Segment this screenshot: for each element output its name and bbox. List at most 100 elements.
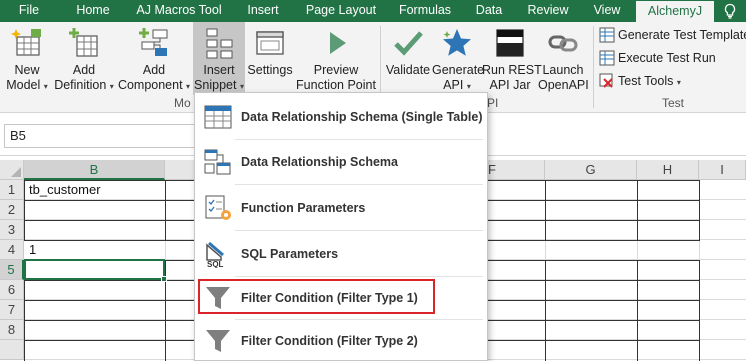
tab-formulas[interactable]: Formulas (390, 0, 460, 22)
column-header-c[interactable] (165, 160, 195, 180)
fill-handle[interactable] (161, 276, 167, 282)
tab-home[interactable]: Home (62, 0, 124, 22)
tab-file[interactable]: File (0, 0, 58, 22)
add-definition-label-2: Definition (54, 78, 107, 92)
add-component-label-2: Component (117, 78, 183, 92)
generate-api-label-1: Generate (432, 63, 485, 77)
test-template-icon (599, 27, 615, 43)
svg-text:SQL: SQL (207, 260, 224, 268)
new-model-button[interactable]: New Model ▾ (2, 22, 52, 102)
insert-snippet-label-2: Snippet (194, 78, 237, 92)
insert-snippet-menu: Data Relationship Schema (Single Table) … (194, 92, 488, 361)
new-model-caret: ▾ (43, 82, 48, 91)
insert-snippet-label-1: Insert (203, 63, 235, 77)
menu-item-data-relationship-schema-single-table[interactable]: Data Relationship Schema (Single Table) (195, 98, 487, 136)
validate-button[interactable]: Validate (384, 22, 432, 102)
settings-label: Settings (247, 63, 293, 77)
preview-label-1: Preview (313, 63, 359, 77)
insert-snippet-caret: ▾ (239, 82, 244, 91)
generate-api-caret: ▾ (466, 82, 471, 91)
tab-view[interactable]: View (582, 0, 632, 22)
row-header-7[interactable]: 7 (0, 300, 24, 320)
row-header-3[interactable]: 3 (0, 220, 24, 240)
test-tools-caret: ▾ (676, 78, 681, 87)
run-rest-api-jar-button[interactable]: Run REST API Jar (482, 22, 542, 102)
model-group-label: Mo (174, 96, 191, 110)
test-group-label: Test (662, 96, 685, 110)
validate-label: Validate (385, 63, 431, 77)
test-tools-button[interactable]: Test Tools ▾ (598, 71, 681, 91)
menu-item-label: Data Relationship Schema (241, 155, 398, 169)
column-header-i[interactable]: I (699, 160, 746, 180)
menu-separator (235, 319, 483, 320)
tab-aj-macros-tool[interactable]: AJ Macros Tool (128, 0, 230, 22)
settings-button[interactable]: Settings (246, 22, 294, 102)
test-tools-label: Test Tools (618, 74, 674, 88)
star-icon (443, 29, 471, 56)
tab-alchemyj[interactable]: AlchemyJ (636, 1, 714, 22)
launch-openapi-button[interactable]: Launch OpenAPI (538, 22, 589, 102)
add-definition-label-1: Add (72, 63, 96, 77)
active-cell-b5[interactable] (24, 259, 165, 280)
row-header-6[interactable]: 6 (0, 280, 24, 300)
generate-test-template-button[interactable]: Generate Test Template (598, 25, 746, 45)
api-group-label: PI (487, 96, 499, 110)
menu-item-function-parameters[interactable]: Function Parameters (195, 189, 487, 227)
insert-snippet-button[interactable]: Insert Snippet ▾ (193, 22, 245, 95)
add-definition-caret: ▾ (109, 82, 114, 91)
column-header-b[interactable]: B (24, 160, 165, 180)
menu-item-sql-parameters[interactable]: SQL SQL Parameters (195, 235, 487, 273)
funnel-icon (206, 330, 230, 352)
menu-separator (235, 184, 483, 185)
generate-api-button[interactable]: Generate API ▾ (432, 22, 485, 102)
tab-insert[interactable]: Insert (234, 0, 292, 22)
column-header-g[interactable]: G (545, 160, 637, 180)
ribbon-tab-bar: File Home AJ Macros Tool Insert Page Lay… (0, 0, 746, 22)
tab-page-layout[interactable]: Page Layout (296, 0, 386, 22)
table-border-line (637, 260, 638, 361)
cell-b1[interactable]: tb_customer (29, 180, 101, 200)
add-definition-button[interactable]: Add Definition ▾ (52, 22, 116, 102)
new-model-label-2: Model (6, 78, 41, 92)
column-header-h[interactable]: H (637, 160, 699, 180)
menu-separator (235, 230, 483, 231)
add-component-button[interactable]: Add Component ▾ (116, 22, 192, 102)
run-rest-label-1: Run REST (482, 63, 542, 77)
tell-me-lightbulb-icon[interactable] (722, 3, 738, 19)
menu-item-data-relationship-schema[interactable]: Data Relationship Schema (195, 143, 487, 181)
add-component-caret: ▾ (186, 82, 191, 91)
name-box[interactable]: B5 (4, 124, 204, 148)
execute-test-run-button[interactable]: Execute Test Run (598, 48, 716, 68)
generate-api-label-2: API (443, 78, 464, 92)
add-component-label-1: Add (142, 63, 166, 77)
preview-function-point-button[interactable]: Preview Function Point (294, 22, 378, 102)
add-component-icon (139, 28, 168, 56)
menu-separator (235, 276, 483, 277)
add-definition-icon (69, 28, 98, 57)
menu-separator (235, 139, 483, 140)
table-border-line (165, 180, 166, 241)
link-chain-icon (548, 35, 578, 52)
generate-test-template-label: Generate Test Template (618, 28, 746, 42)
select-all-triangle (11, 167, 21, 177)
menu-item-label: Function Parameters (241, 201, 366, 215)
row-header-5[interactable]: 5 (0, 260, 24, 280)
table-border-line (545, 180, 546, 241)
row-header-8[interactable]: 8 (0, 320, 24, 340)
menu-item-filter-condition-type-2[interactable]: Filter Condition (Filter Type 2) (195, 322, 487, 360)
select-all-corner[interactable] (0, 160, 24, 180)
row-header-4[interactable]: 4 (0, 240, 24, 260)
launch-openapi-label-2: OpenAPI (538, 78, 589, 92)
new-model-label-1: New (14, 63, 40, 77)
row-header-9[interactable] (0, 340, 24, 360)
cell-b4[interactable]: 1 (29, 240, 36, 260)
row-header-1[interactable]: 1 (0, 180, 24, 200)
group-separator (593, 26, 594, 108)
table-border-line (545, 260, 546, 361)
tab-review[interactable]: Review (518, 0, 578, 22)
test-tools-icon (599, 73, 613, 88)
row-header-2[interactable]: 2 (0, 200, 24, 220)
tab-data[interactable]: Data (464, 0, 514, 22)
highlight-box (198, 279, 435, 314)
launch-openapi-label-1: Launch (542, 63, 584, 77)
